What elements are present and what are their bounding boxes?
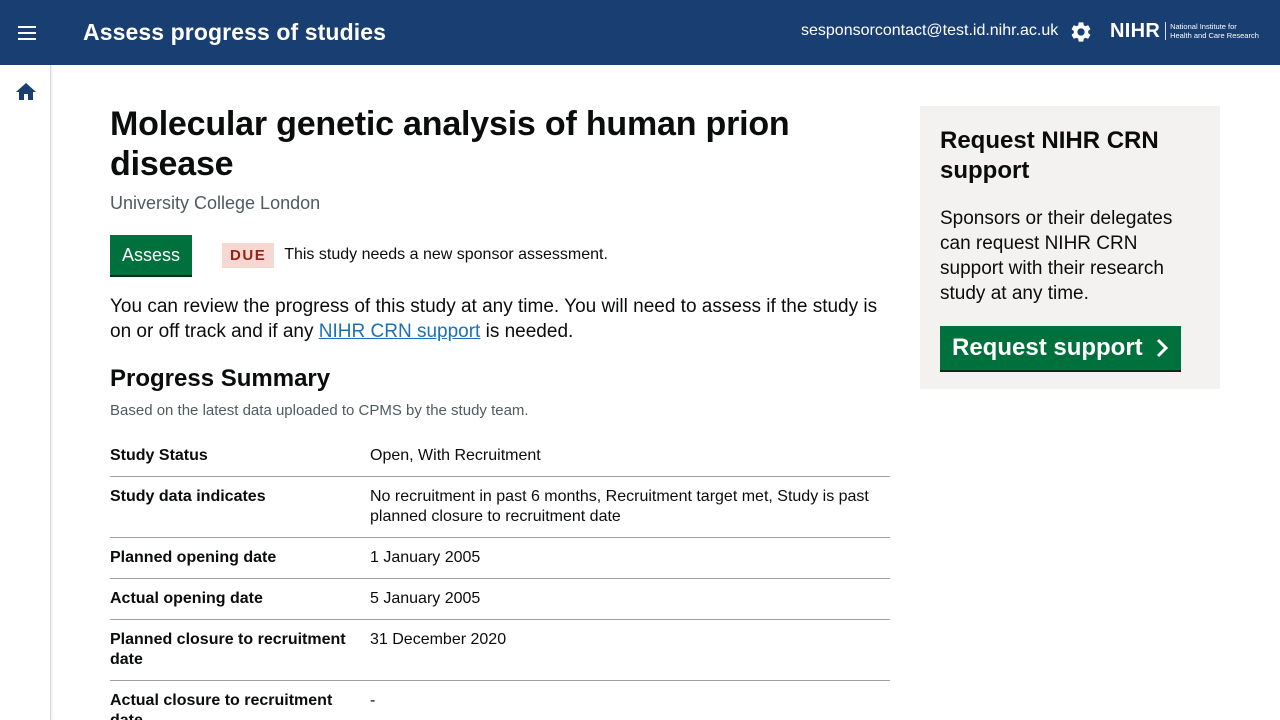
hamburger-menu-icon[interactable] [14,22,40,44]
summary-value: Open, With Recruitment [370,447,541,464]
gear-icon[interactable] [1069,20,1093,44]
summary-row: Study Status Open, With Recruitment [110,438,890,477]
main-content: Molecular genetic analysis of human prio… [110,104,890,720]
app-header: Assess progress of studies sesponsorcont… [0,0,1280,65]
sidebar [0,65,51,720]
intro-text-after: is needed. [480,321,574,342]
study-organisation: University College London [110,193,321,213]
request-support-text: Sponsors or their delegates can request … [940,208,1173,304]
request-support-button-label: Request support [952,334,1143,361]
crn-support-link[interactable]: NIHR CRN support [319,321,481,342]
summary-value: No recruitment in past 6 months, Recruit… [370,488,869,525]
summary-value: 1 January 2005 [370,549,481,566]
progress-summary-heading: Progress Summary [110,365,331,392]
summary-value: - [370,692,376,709]
app-title: Assess progress of studies [83,19,386,45]
summary-key: Planned opening date [110,549,277,566]
summary-key: Actual opening date [110,590,263,607]
summary-key: Study Status [110,447,208,464]
request-support-title: Request NIHR CRN support [940,127,1159,184]
nihr-logo[interactable]: NIHR National Institute for Health and C… [1110,19,1259,43]
logo-divider [1165,22,1167,40]
logo-line-2: Health and Care Research [1170,31,1259,40]
summary-row: Actual opening date 5 January 2005 [110,579,890,620]
logo-subtitle: National Institute for Health and Care R… [1170,22,1259,40]
summary-key: Planned closure to recruitment date [110,631,346,668]
home-icon[interactable] [14,80,38,104]
summary-value: 5 January 2005 [370,590,481,607]
request-support-panel: Request NIHR CRN support Sponsors or the… [920,106,1220,389]
intro-paragraph: You can review the progress of this stud… [110,294,890,344]
due-message: This study needs a new sponsor assessmen… [284,246,608,263]
logo-word: NIHR [1110,19,1161,42]
study-title: Molecular genetic analysis of human prio… [110,105,790,183]
summary-row: Study data indicates No recruitment in p… [110,477,890,538]
logo-line-1: National Institute for [1170,22,1237,31]
summary-row: Planned closure to recruitment date 31 D… [110,620,890,681]
assess-button[interactable]: Assess [110,235,193,275]
summary-key: Actual closure to recruitment date [110,692,333,720]
chevron-right-icon [1156,338,1168,358]
progress-summary-subheading: Based on the latest data uploaded to CPM… [110,402,529,419]
user-email: sesponsorcontact@test.id.nihr.ac.uk [801,22,1059,39]
summary-row: Planned opening date 1 January 2005 [110,538,890,579]
summary-key: Study data indicates [110,488,266,505]
assess-row: Assess DUE This study needs a new sponso… [110,235,890,275]
summary-row: Actual closure to recruitment date - [110,681,890,720]
summary-value: 31 December 2020 [370,631,507,648]
progress-summary-list: Study Status Open, With Recruitment Stud… [110,438,890,720]
due-status-tag: DUE [222,242,275,268]
request-support-button[interactable]: Request support [940,326,1181,370]
